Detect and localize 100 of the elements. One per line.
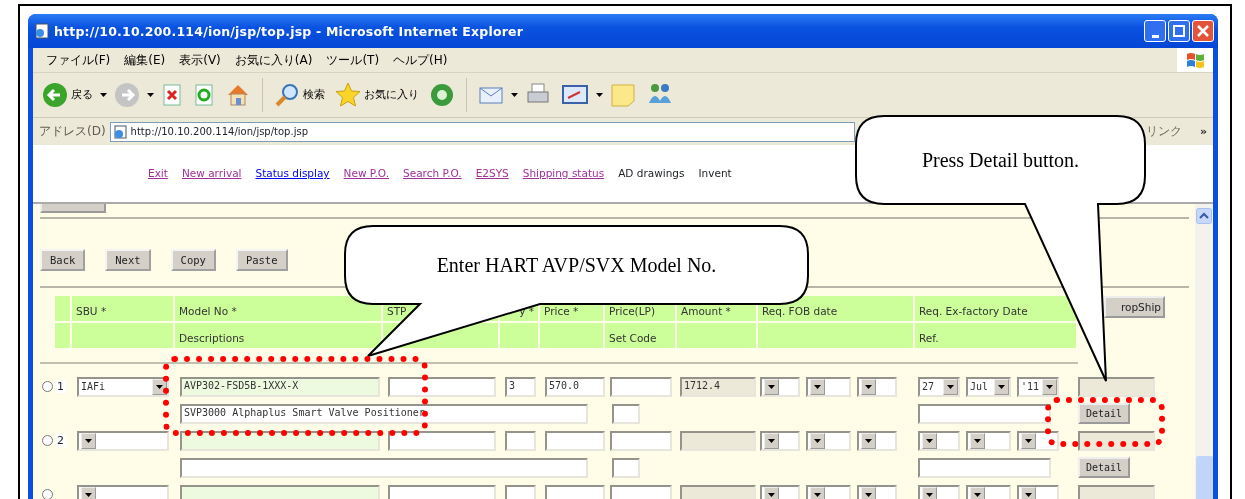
dropdown[interactable]: [966, 484, 1011, 499]
input-field[interactable]: [610, 430, 672, 451]
caret-icon: [814, 492, 821, 497]
input-field[interactable]: [505, 484, 536, 499]
input-field[interactable]: [680, 430, 756, 451]
input-field[interactable]: [1078, 376, 1155, 397]
maximize-icon: [1173, 25, 1185, 37]
input-field[interactable]: [1078, 484, 1155, 499]
input-field[interactable]: [918, 403, 1051, 424]
menu-item[interactable]: 編集(E): [117, 52, 173, 68]
column-header: SBU *: [72, 296, 175, 323]
caret-icon: [814, 438, 821, 443]
nav-text: Invent: [698, 167, 732, 180]
column-header: Model No *: [175, 296, 383, 323]
caret-icon: [768, 384, 775, 389]
caret-icon: [1025, 438, 1032, 443]
caret-icon: [998, 384, 1005, 389]
input-field[interactable]: [505, 430, 536, 451]
input-field[interactable]: [388, 376, 496, 397]
caret-icon: [865, 438, 872, 443]
column-header: Req. FOB date: [758, 296, 915, 323]
dropdown[interactable]: '11: [1017, 376, 1059, 397]
input-field[interactable]: 1712.4: [680, 376, 756, 397]
input-field[interactable]: [918, 457, 1051, 478]
dropdown[interactable]: [760, 484, 800, 499]
page-button[interactable]: Next: [105, 249, 151, 271]
input-field[interactable]: [545, 430, 605, 451]
dropdown[interactable]: Jul: [966, 376, 1011, 397]
nav-link[interactable]: New arrival: [181, 167, 242, 180]
menu-item[interactable]: ヘルプ(H): [386, 52, 455, 68]
scrollbar-thumb[interactable]: [1196, 456, 1213, 499]
caret-icon: [814, 384, 821, 389]
nav-link[interactable]: Status display: [255, 167, 330, 180]
caret-icon: [156, 384, 163, 389]
nav-link[interactable]: Search P.O.: [403, 167, 462, 180]
dropship-button[interactable]: ropShip: [1104, 296, 1165, 318]
input-field[interactable]: [180, 484, 380, 499]
window-title: http://10.10.200.114/ion/jsp/top.jsp - Microsoft Internet Explorer: [54, 23, 524, 39]
input-field[interactable]: [180, 457, 588, 478]
input-field[interactable]: [680, 484, 756, 499]
dropdown[interactable]: [1017, 484, 1059, 499]
dropdown[interactable]: [806, 484, 851, 499]
nav-link[interactable]: Exit: [148, 167, 168, 180]
scroll-up-icon[interactable]: [1196, 208, 1212, 224]
menu-item[interactable]: ツール(T): [319, 52, 387, 68]
radio-button[interactable]: [42, 435, 53, 446]
caret-icon: [85, 438, 92, 443]
input-field[interactable]: [1078, 430, 1155, 451]
input-field[interactable]: [388, 484, 496, 499]
caret-icon: [926, 438, 933, 443]
search-button[interactable]: 検索: [271, 82, 328, 108]
radio-button[interactable]: [42, 381, 53, 392]
close-button[interactable]: [1192, 20, 1214, 42]
caret-icon: [511, 93, 518, 97]
input-field[interactable]: [612, 403, 640, 424]
page-button[interactable]: [40, 204, 106, 213]
input-field[interactable]: [612, 457, 640, 478]
row-number: 2: [55, 433, 66, 448]
input-field[interactable]: [610, 484, 672, 499]
radio-button[interactable]: [42, 489, 53, 499]
menu-item[interactable]: 表示(V): [172, 52, 228, 68]
page-button[interactable]: Back: [40, 249, 86, 271]
dropdown[interactable]: 27: [918, 376, 960, 397]
media-disc-icon: [429, 82, 455, 108]
caret-icon: [1025, 492, 1032, 497]
scrollbar[interactable]: [1195, 204, 1213, 499]
maximize-button[interactable]: [1168, 20, 1190, 42]
detail-button[interactable]: Detail: [1078, 403, 1130, 424]
menu-item[interactable]: お気に入り(A): [227, 52, 320, 68]
page-button[interactable]: Paste: [235, 249, 288, 271]
input-field[interactable]: AVP302-FSD5B-1XXX-X: [180, 376, 380, 397]
links-label[interactable]: リンク: [1145, 124, 1182, 139]
favorites-button[interactable]: お気に入り: [332, 82, 422, 108]
input-field[interactable]: 3: [505, 376, 536, 397]
nav-link[interactable]: New P.O.: [343, 167, 390, 180]
input-field[interactable]: [180, 430, 380, 451]
caret-icon: [100, 93, 107, 97]
input-field[interactable]: [388, 430, 496, 451]
menu-item[interactable]: ファイル(F): [39, 52, 118, 68]
dropdown[interactable]: [1017, 430, 1059, 451]
nav-link[interactable]: Shipping status: [522, 167, 605, 180]
caret-icon: [147, 93, 154, 97]
caret-icon: [974, 492, 981, 497]
minimize-button[interactable]: [1144, 20, 1166, 42]
back-button[interactable]: 戻る: [39, 82, 96, 108]
input-field[interactable]: 570.0: [545, 376, 605, 397]
caret-icon: [865, 384, 872, 389]
page-button[interactable]: Copy: [170, 249, 216, 271]
page-icon: [113, 124, 128, 139]
input-field[interactable]: [610, 376, 672, 397]
detail-button[interactable]: Detail: [1078, 457, 1130, 478]
column-header: Ref.: [915, 323, 1078, 350]
dropdown[interactable]: IAFi: [77, 376, 169, 397]
dropdown[interactable]: [857, 484, 897, 499]
dropdown[interactable]: [918, 484, 960, 499]
input-field[interactable]: SVP3000 Alphaplus Smart Valve Positioner: [180, 403, 588, 424]
more-chevron[interactable]: »: [1199, 124, 1207, 139]
address-field[interactable]: http://10.10.200.114/ion/jsp/top.jsp: [109, 121, 855, 142]
input-field[interactable]: [545, 484, 605, 499]
nav-link[interactable]: E2SYS: [475, 167, 509, 180]
